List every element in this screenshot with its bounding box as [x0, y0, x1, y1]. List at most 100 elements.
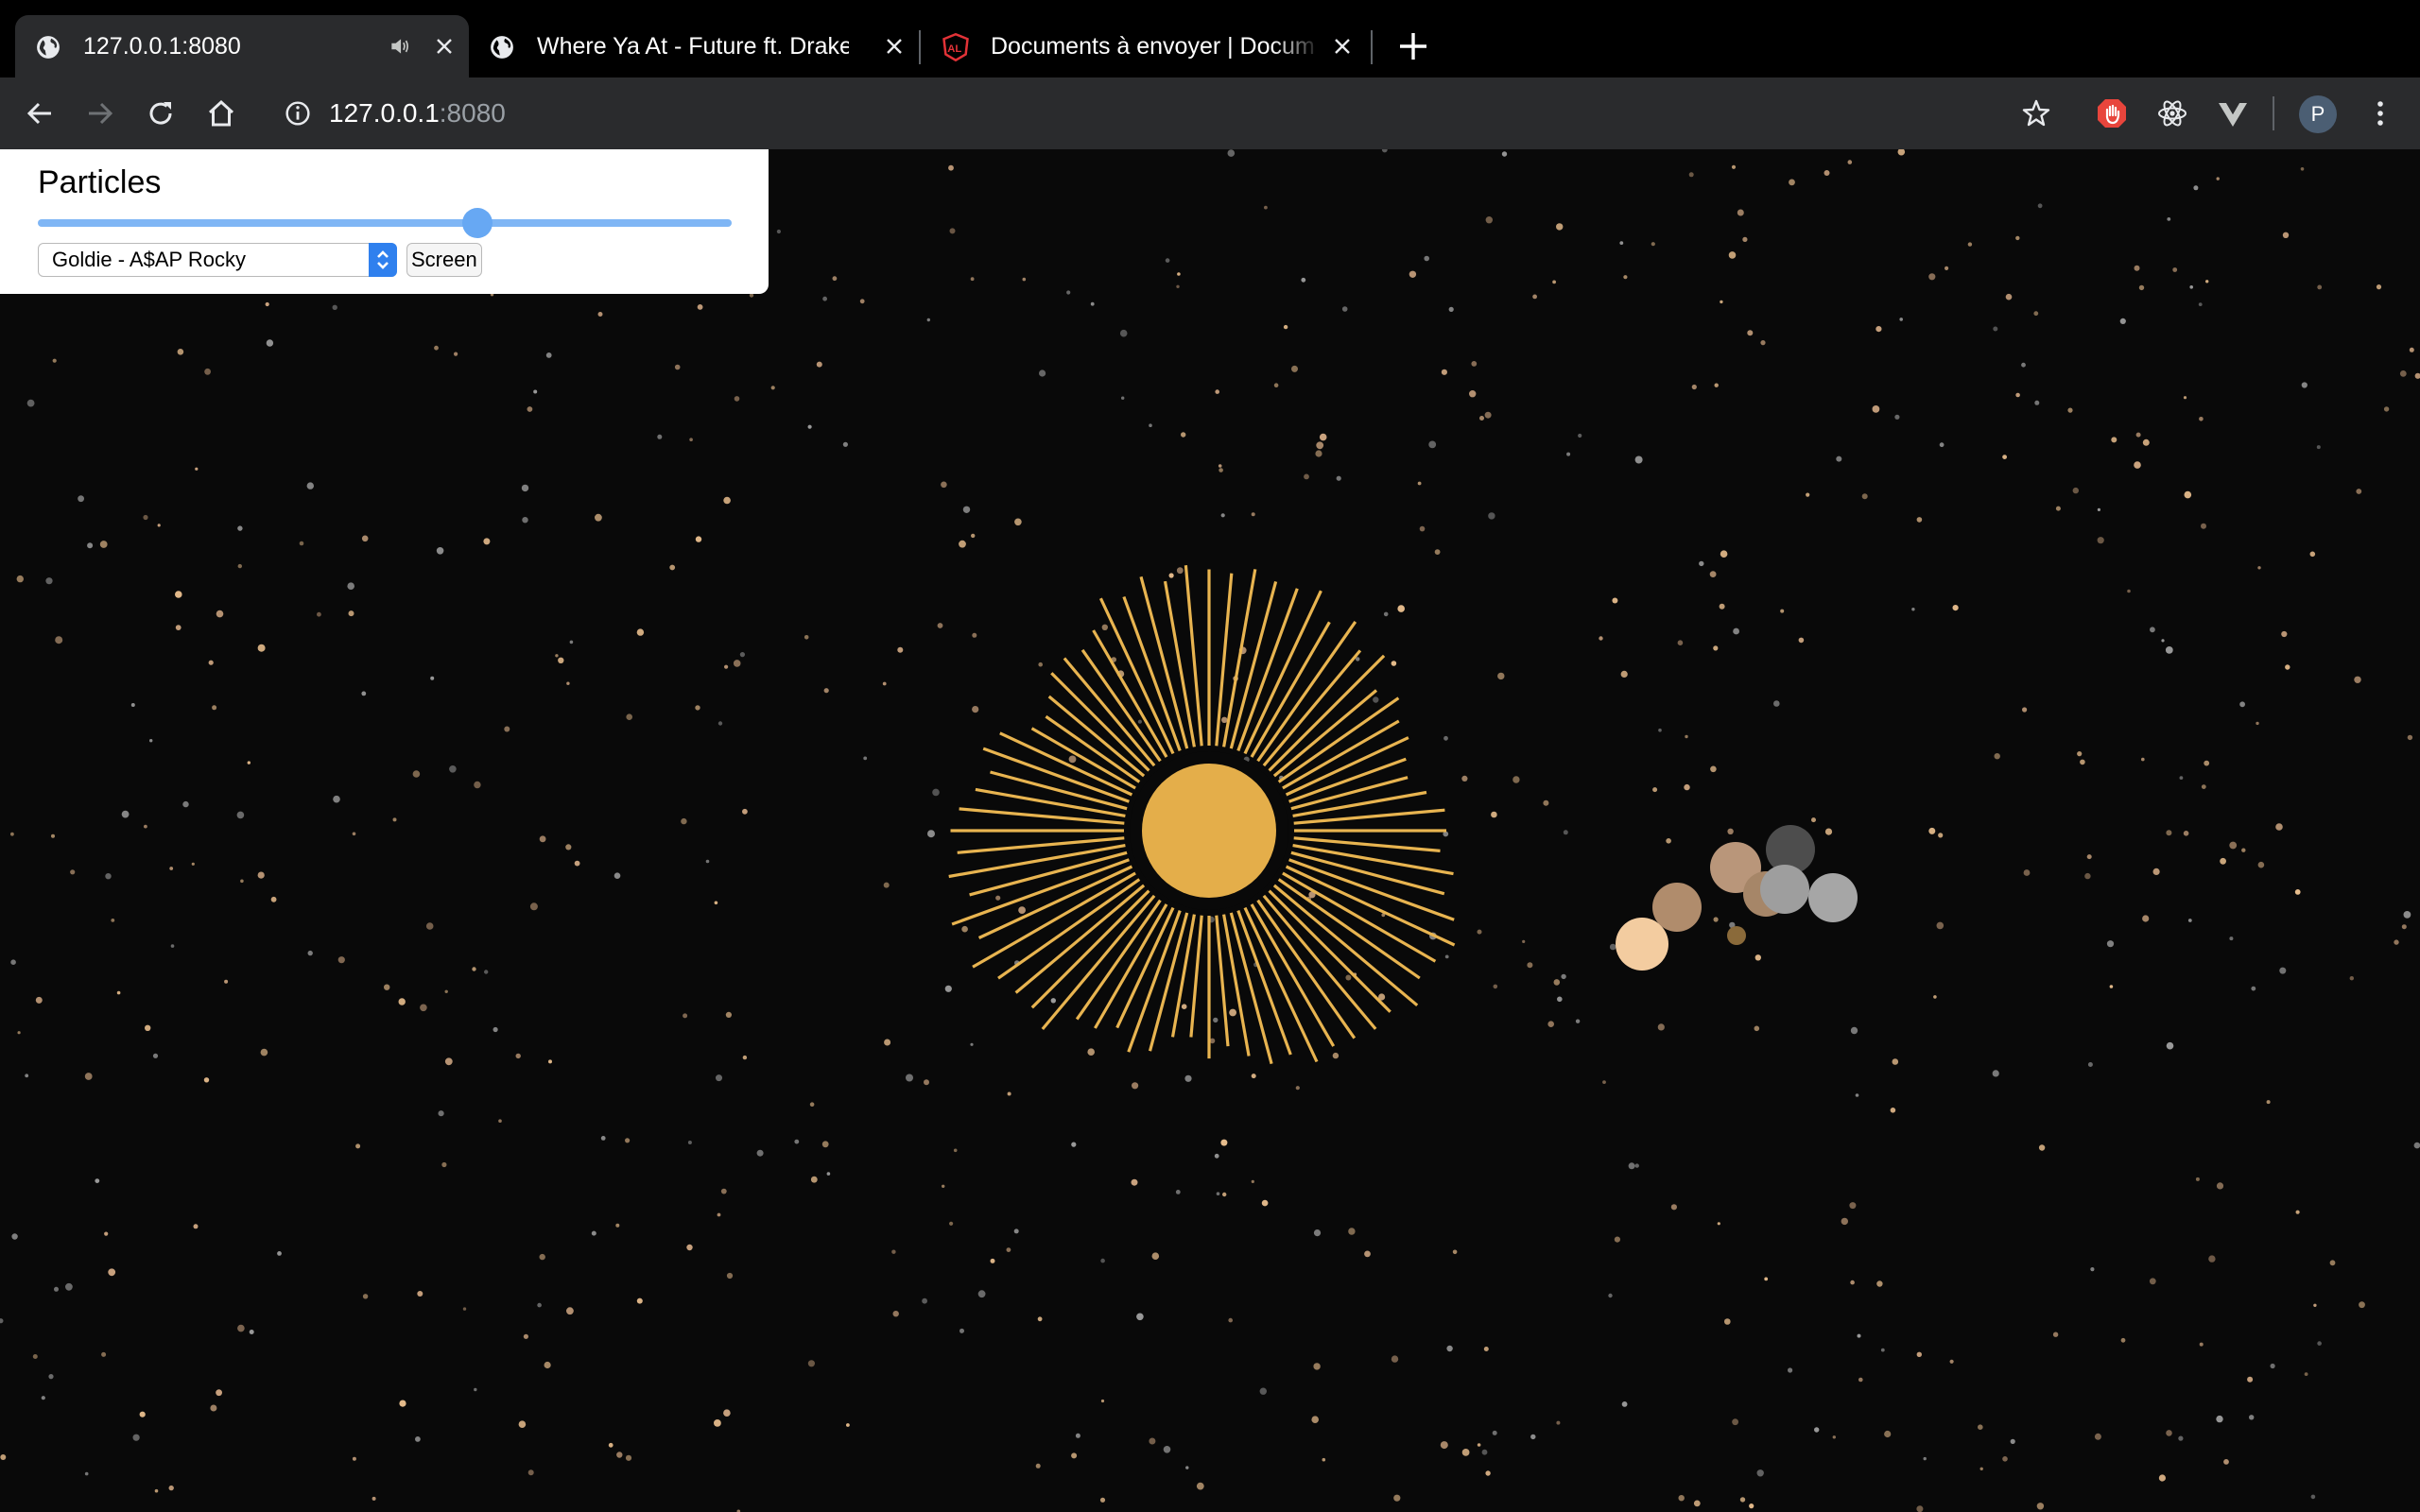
star-particle — [1717, 1222, 1720, 1226]
star-particle — [1788, 1367, 1793, 1373]
bookmark-star-icon[interactable] — [2019, 96, 2053, 130]
star-particle — [717, 721, 723, 726]
star-particle — [1894, 414, 1900, 420]
star-particle — [1728, 251, 1737, 259]
star-particle — [2152, 868, 2160, 876]
star-particle — [1880, 1348, 1885, 1352]
speaker-icon[interactable] — [388, 34, 412, 59]
star-particle — [2087, 1062, 2093, 1067]
star-particle — [1993, 326, 1998, 332]
star-particle — [1301, 277, 1306, 283]
star-particle — [539, 1253, 545, 1261]
star-particle — [95, 1178, 100, 1183]
star-particle — [1855, 1093, 1859, 1097]
tab-localhost[interactable]: 127.0.0.1:8080 — [15, 15, 469, 77]
star-particle — [1176, 567, 1184, 575]
star-particle — [2208, 1255, 2216, 1263]
visualizer-canvas[interactable] — [0, 149, 2420, 1512]
star-particle — [725, 1011, 733, 1018]
star-particle — [2359, 1301, 2365, 1309]
close-icon[interactable] — [1333, 37, 1352, 56]
profile-avatar[interactable]: P — [2299, 95, 2337, 133]
star-particle — [1710, 765, 1717, 773]
star-particle — [1181, 432, 1186, 438]
back-arrow-icon[interactable] — [23, 96, 57, 130]
star-particle — [2317, 284, 2323, 290]
star-particle — [41, 1396, 45, 1400]
star-particle — [420, 1004, 427, 1012]
star-particle — [139, 1411, 146, 1418]
star-particle — [436, 547, 444, 555]
address-bar[interactable]: 127.0.0.1:8080 — [329, 77, 506, 149]
star-particle — [175, 625, 182, 630]
tab-documents[interactable]: AL Documents à envoyer | Docum — [923, 15, 1367, 77]
star-particle — [1295, 1086, 1300, 1091]
star-particle — [515, 1053, 521, 1059]
star-particle — [1341, 306, 1348, 312]
adblock-extension-icon[interactable] — [2095, 96, 2129, 130]
star-particle — [1100, 1399, 1105, 1403]
select-arrows — [369, 243, 397, 277]
kebab-menu-icon[interactable] — [2363, 96, 2397, 130]
reload-icon[interactable] — [144, 96, 178, 130]
new-tab-plus-icon[interactable] — [1397, 30, 1429, 62]
star-particle — [2241, 848, 2246, 852]
star-particle — [1911, 608, 1915, 611]
star-particle — [2282, 232, 2290, 238]
star-particle — [438, 1110, 444, 1117]
close-icon[interactable] — [885, 37, 904, 56]
star-particle — [2275, 823, 2283, 831]
vue-devtools-icon[interactable] — [2216, 96, 2250, 130]
forward-arrow-icon[interactable] — [83, 96, 117, 130]
home-icon[interactable] — [204, 96, 238, 130]
tab-title: 127.0.0.1:8080 — [83, 33, 241, 60]
star-particle — [182, 800, 189, 808]
star-particle — [2034, 400, 2040, 405]
star-particle — [472, 967, 476, 971]
star-particle — [2316, 445, 2321, 450]
star-particle — [1419, 525, 1426, 532]
star-particle — [2239, 701, 2246, 708]
star-particle — [2220, 857, 2227, 865]
star-particle — [527, 406, 533, 412]
star-particle — [1789, 179, 1795, 186]
star-particle — [1018, 906, 1026, 914]
star-particle — [842, 441, 849, 447]
star-particle — [2166, 1430, 2172, 1436]
star-particle — [1424, 255, 1429, 262]
star-particle — [372, 1496, 376, 1501]
star-particle — [2090, 1267, 2095, 1272]
star-particle — [2201, 523, 2206, 529]
star-particle — [236, 811, 245, 819]
star-particle — [2021, 362, 2026, 368]
star-particle — [558, 657, 564, 663]
particles-slider-thumb[interactable] — [462, 208, 493, 238]
react-devtools-icon[interactable] — [2155, 96, 2189, 130]
star-particle — [216, 1389, 223, 1397]
site-info-icon[interactable] — [282, 96, 314, 130]
star-particle — [454, 352, 458, 356]
tab-where-ya-at[interactable]: Where Ya At - Future ft. Drake — [469, 15, 919, 77]
screen-button[interactable]: Screen — [406, 243, 482, 277]
star-particle — [937, 623, 943, 628]
star-particle — [683, 1013, 688, 1019]
star-particle — [1479, 416, 1484, 421]
star-particle — [2179, 776, 2184, 780]
star-particle — [257, 871, 265, 879]
close-icon[interactable] — [435, 37, 454, 56]
star-particle — [1219, 468, 1223, 472]
star-particle — [1749, 1503, 1754, 1509]
star-particle — [2216, 1415, 2223, 1423]
tab-title: Documents à envoyer | Docum — [991, 33, 1315, 60]
angular-logo-icon: AL — [942, 33, 969, 61]
star-particle — [191, 862, 195, 866]
song-select[interactable]: Goldie - A$AP Rocky — [38, 243, 397, 277]
particles-slider-track[interactable] — [38, 219, 732, 227]
star-particle — [1177, 272, 1181, 276]
star-particle — [2183, 831, 2189, 836]
star-particle — [1575, 1019, 1581, 1023]
star-particle — [566, 1307, 574, 1315]
star-particle — [2167, 217, 2171, 221]
star-particle — [1185, 1466, 1189, 1469]
star-particle — [1699, 560, 1704, 567]
